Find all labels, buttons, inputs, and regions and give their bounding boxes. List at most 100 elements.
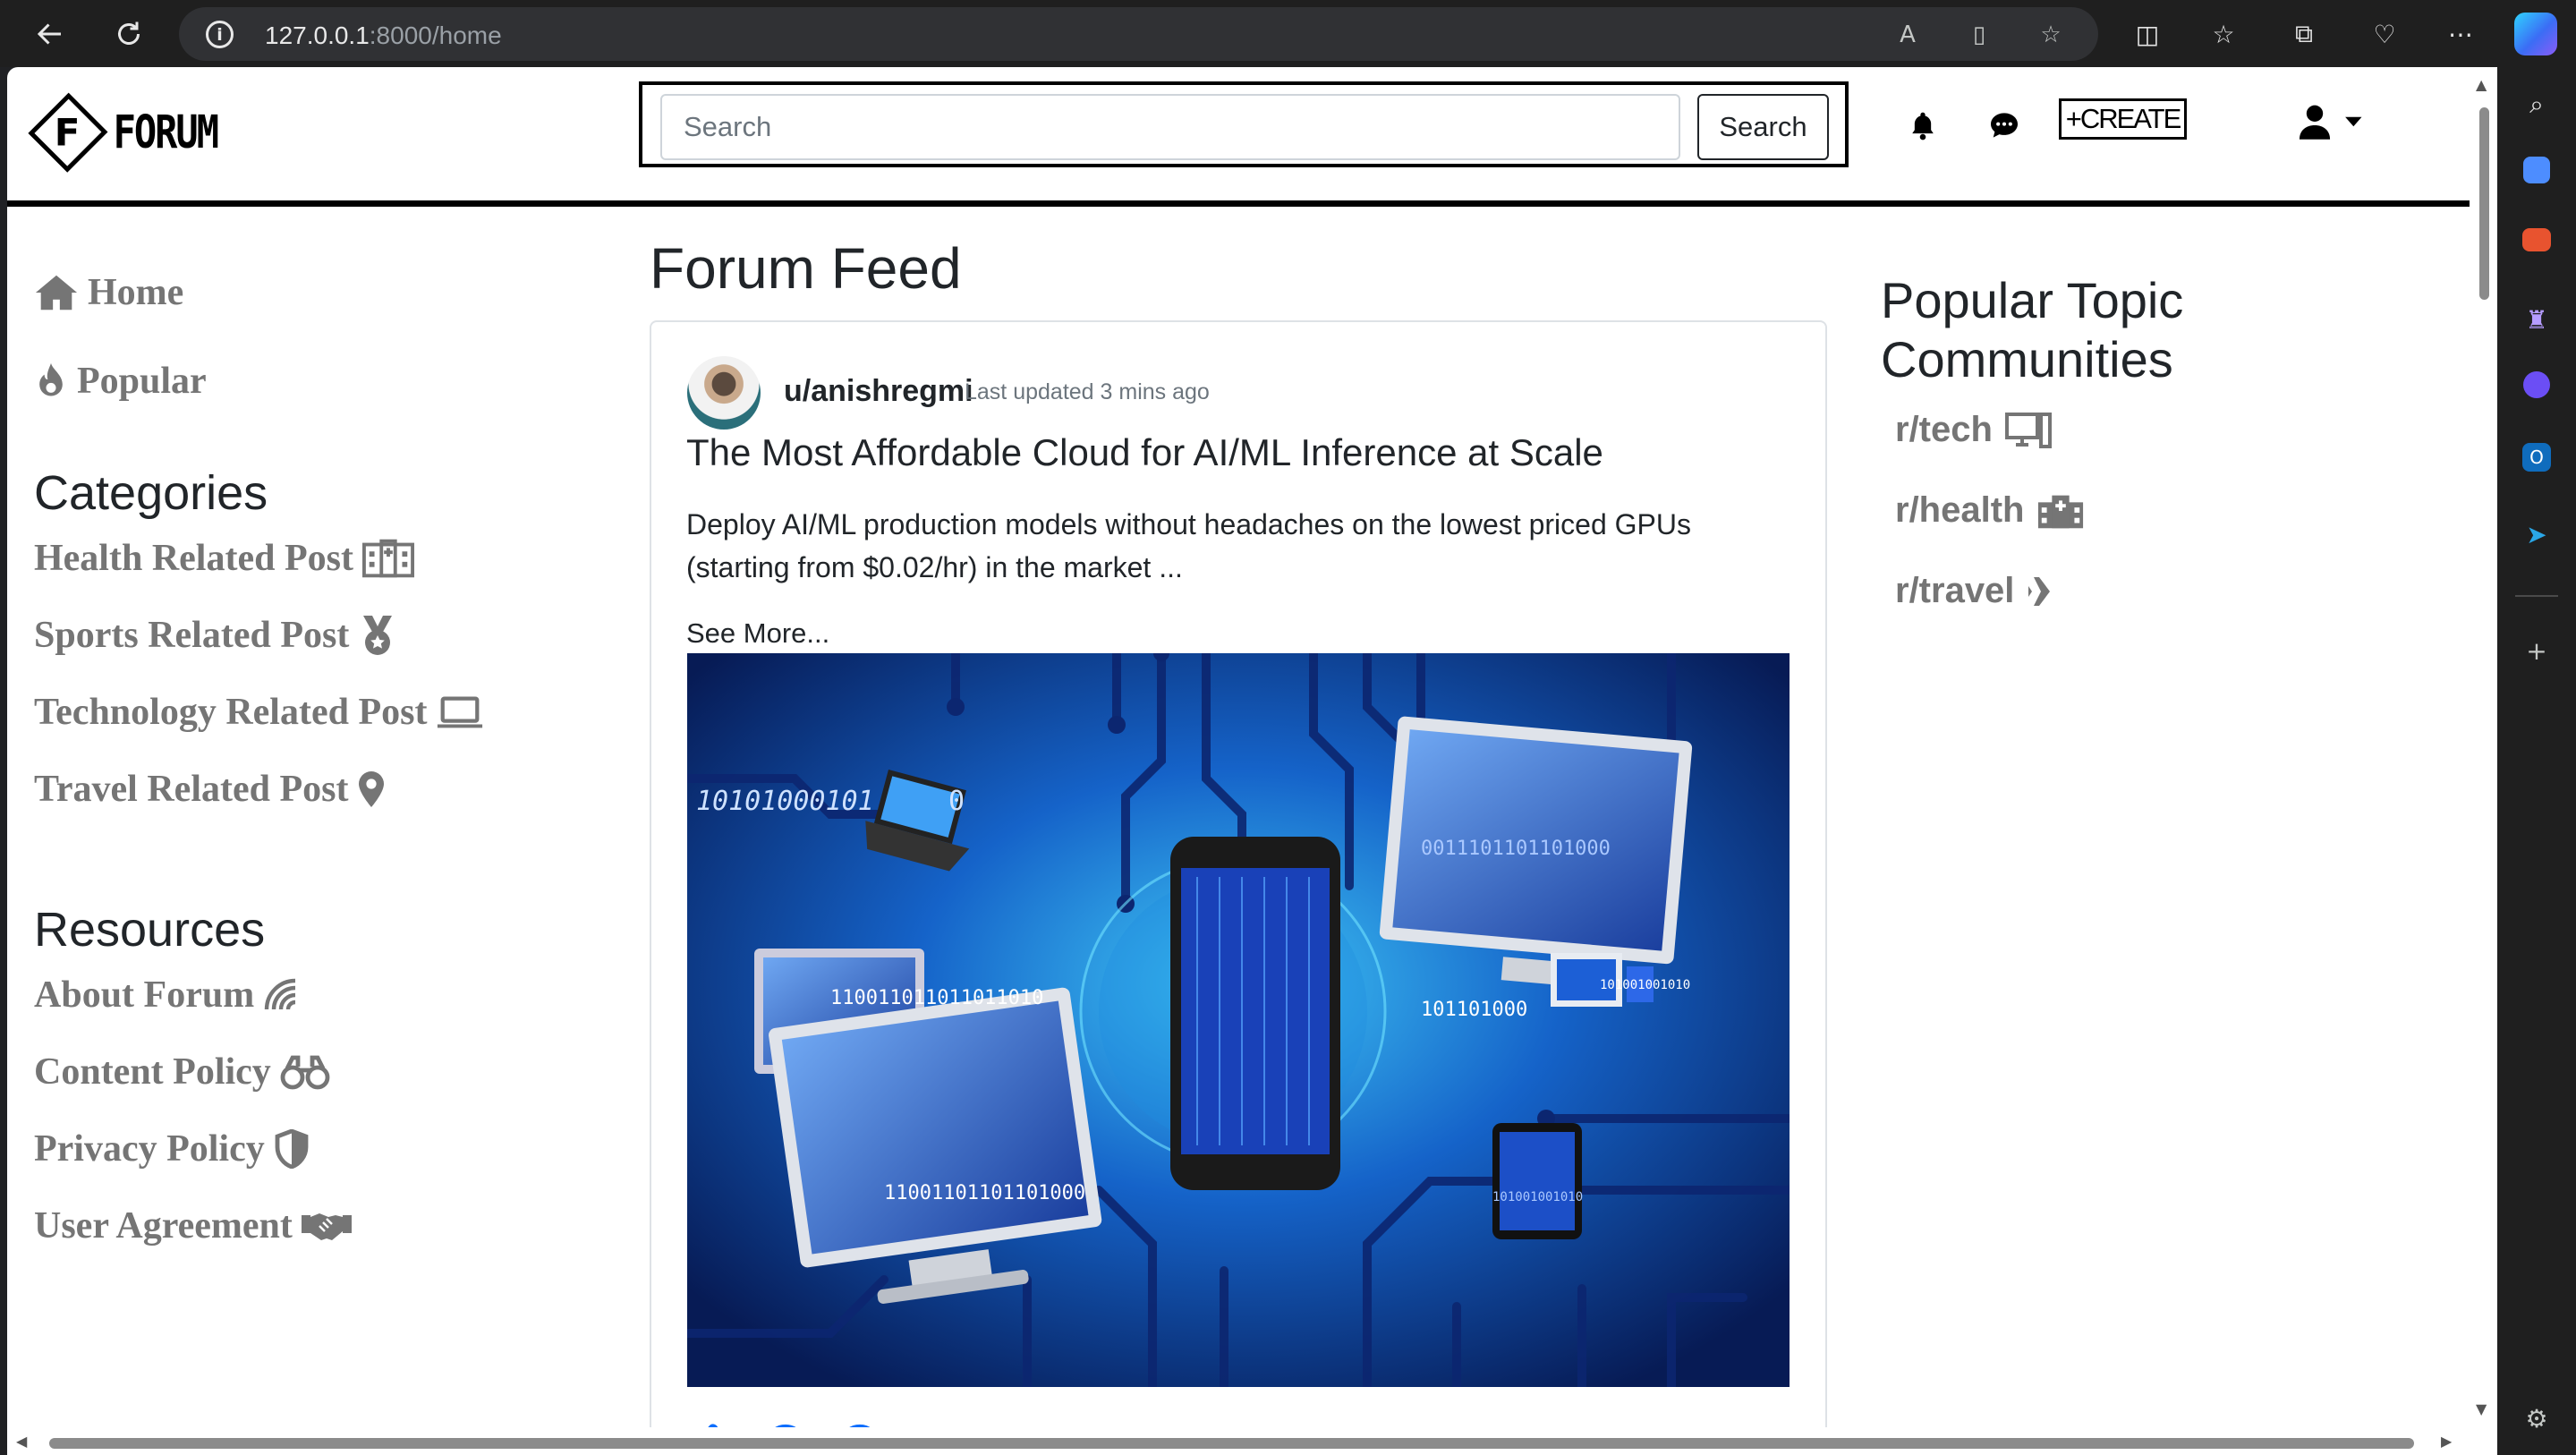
- binary-text: 11001101101101000: [884, 1182, 1085, 1204]
- wifi-icon: [263, 977, 299, 1013]
- site-info-icon[interactable]: i: [206, 21, 234, 48]
- laptop-icon: [436, 694, 484, 730]
- chat-bubble-icon[interactable]: [1985, 106, 2023, 144]
- caret-down-icon: [2345, 116, 2362, 127]
- logo-diamond-icon: F: [28, 92, 108, 172]
- user-menu-dropdown[interactable]: [2293, 103, 2374, 140]
- resource-privacy-policy[interactable]: Privacy Policy: [34, 1127, 310, 1170]
- sidebar-item-label: Home: [88, 272, 184, 313]
- horizontal-scroll-thumb[interactable]: [49, 1438, 2414, 1449]
- browser-sidebar: ⌕ ♜ O ➤ + ⚙: [2497, 67, 2576, 1455]
- browser-essentials-icon[interactable]: ♡: [2367, 16, 2402, 52]
- heading-line: Communities: [1881, 331, 2173, 387]
- copilot-icon[interactable]: [2514, 13, 2557, 55]
- binary-text: 0011101101101000: [1421, 838, 1611, 860]
- copilot-app-icon[interactable]: [2523, 371, 2550, 398]
- forum-logo[interactable]: F FORUM: [21, 81, 219, 183]
- resource-label: User Agreement: [34, 1205, 293, 1247]
- create-button[interactable]: +CREATE: [2059, 98, 2187, 140]
- category-label: Health Related Post: [34, 538, 353, 579]
- category-technology[interactable]: Technology Related Post: [34, 691, 484, 734]
- binary-text: 101001001010: [1492, 1190, 1583, 1204]
- community-health[interactable]: r/health: [1895, 490, 2085, 531]
- community-label: r/travel: [1895, 571, 2015, 610]
- sidebar-item-label: Popular: [77, 361, 207, 402]
- search-icon[interactable]: ⌕: [2517, 85, 2556, 124]
- location-pin-icon: [357, 770, 386, 809]
- desktop-icon: [2004, 412, 2052, 448]
- binary-text: 101101000: [1421, 999, 1527, 1021]
- bell-icon[interactable]: [1904, 106, 1942, 144]
- search-form: Search: [639, 81, 1849, 167]
- fire-icon: [34, 362, 68, 401]
- category-travel[interactable]: Travel Related Post: [34, 768, 386, 811]
- address-bar[interactable]: i 127.0.0.1:8000/home A ▯ ☆: [179, 7, 2098, 61]
- hospital-icon: [361, 539, 414, 578]
- post-author[interactable]: u/anishregmi: [784, 374, 973, 409]
- community-label: r/health: [1895, 490, 2025, 530]
- favorites-icon[interactable]: ☆: [2206, 16, 2241, 52]
- resource-label: About Forum: [34, 974, 255, 1016]
- tools-briefcase-icon[interactable]: [2522, 228, 2551, 251]
- scroll-right-arrow-icon[interactable]: ▶: [2441, 1433, 2452, 1450]
- author-avatar[interactable]: [687, 356, 761, 430]
- read-aloud-icon[interactable]: A: [1892, 20, 1923, 50]
- browser-toolbar: i 127.0.0.1:8000/home A ▯ ☆ ◫ ☆ ⧉ ♡ ⋯: [0, 0, 2576, 67]
- post-image: 10101000101 0 110011011011011010 1100110…: [687, 653, 1790, 1387]
- settings-gear-icon[interactable]: ⚙: [2517, 1399, 2556, 1438]
- community-label: r/tech: [1895, 410, 1993, 449]
- resource-user-agreement[interactable]: User Agreement: [34, 1204, 352, 1247]
- logo-text: FORUM: [113, 106, 219, 158]
- binary-text: 101001001010: [1600, 978, 1690, 992]
- medal-icon: [358, 614, 397, 657]
- favorite-star-icon[interactable]: ☆: [2036, 20, 2066, 50]
- search-button[interactable]: Search: [1697, 94, 1829, 160]
- binary-text: 110011011011011010: [830, 987, 1043, 1009]
- resource-content-policy[interactable]: Content Policy: [34, 1051, 330, 1093]
- shield-icon: [274, 1129, 310, 1169]
- games-icon[interactable]: ♜: [2517, 300, 2556, 339]
- collections-icon[interactable]: ⧉: [2286, 16, 2322, 52]
- binary-text: 10101000101: [696, 786, 874, 817]
- popular-communities-heading: Popular Topic Communities: [1881, 271, 2183, 389]
- category-label: Technology Related Post: [34, 692, 428, 733]
- scroll-down-arrow-icon[interactable]: ▼: [2476, 1400, 2487, 1417]
- sidebar-item-home[interactable]: Home: [34, 271, 183, 314]
- shopping-tag-icon[interactable]: [2523, 157, 2550, 183]
- categories-heading: Categories: [34, 466, 268, 520]
- refresh-icon[interactable]: [107, 13, 150, 55]
- resource-about[interactable]: About Forum: [34, 974, 299, 1017]
- see-more-link[interactable]: See More...: [686, 617, 829, 650]
- split-screen-icon[interactable]: ◫: [2130, 16, 2165, 52]
- resources-heading: Resources: [34, 903, 266, 957]
- user-avatar-icon: [2299, 105, 2331, 140]
- hospital-icon: [2036, 493, 2085, 529]
- category-label: Travel Related Post: [34, 769, 349, 810]
- home-icon: [34, 273, 79, 312]
- category-sports[interactable]: Sports Related Post: [34, 614, 397, 657]
- horizontal-scrollbar[interactable]: ◀ ▶: [7, 1427, 2470, 1455]
- plane-icon: [2027, 574, 2070, 609]
- back-icon[interactable]: [29, 13, 72, 55]
- outlook-icon[interactable]: O: [2522, 443, 2551, 472]
- more-menu-icon[interactable]: ⋯: [2443, 16, 2478, 52]
- sidebar-divider: [2515, 595, 2558, 597]
- binary-text: 0: [948, 786, 965, 817]
- vertical-scroll-thumb[interactable]: [2479, 107, 2489, 300]
- post-card[interactable]: u/anishregmi Last updated 3 mins ago The…: [650, 320, 1827, 1455]
- search-input[interactable]: [660, 94, 1680, 160]
- community-travel[interactable]: r/travel: [1895, 571, 2070, 611]
- sidebar-item-popular[interactable]: Popular: [34, 360, 207, 403]
- add-icon[interactable]: +: [2517, 631, 2556, 670]
- scroll-left-arrow-icon[interactable]: ◀: [16, 1433, 27, 1450]
- immersive-reader-icon[interactable]: ▯: [1964, 20, 1994, 50]
- page-viewport: F FORUM Search +CREATE Home: [7, 67, 2497, 1455]
- handshake-icon: [301, 1210, 352, 1242]
- post-title[interactable]: The Most Affordable Cloud for AI/ML Infe…: [686, 431, 1603, 474]
- community-tech[interactable]: r/tech: [1895, 410, 2052, 450]
- category-health[interactable]: Health Related Post: [34, 537, 414, 580]
- binoculars-icon: [280, 1054, 330, 1090]
- vertical-scrollbar[interactable]: ▲ ▼: [2470, 67, 2497, 1455]
- scroll-up-arrow-icon[interactable]: ▲: [2476, 76, 2487, 93]
- telegram-icon[interactable]: ➤: [2517, 515, 2556, 554]
